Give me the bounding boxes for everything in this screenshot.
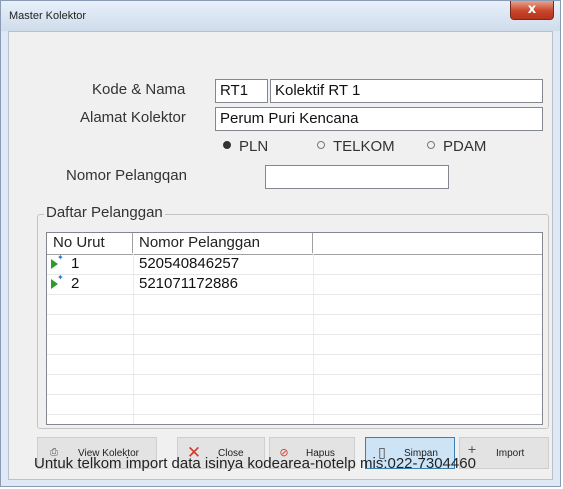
table-row[interactable]: ✦ 1 520540846257 [47,254,542,275]
table-row [47,354,542,375]
nomor-pelanggan-label: Nomor Pelangqan [66,167,187,184]
sparkle-icon: ✦ [57,273,64,282]
window-close-button[interactable]: x [510,1,554,20]
kode-field[interactable]: RT1 [215,79,268,103]
nomor-pelanggan-field[interactable] [265,165,449,189]
radio-pdam[interactable]: PDAM [427,138,486,155]
form-body: Kode & Nama RT1 Kolektif RT 1 Alamat Kol… [8,31,553,480]
table-row [47,294,542,315]
footer-hint: Untuk telkom import data isinya kodearea… [34,455,476,472]
row-no: 2 [71,275,80,292]
radio-telkom[interactable]: TELKOM [317,138,395,155]
table-row[interactable]: ✦ 2 521071172886 [47,274,542,295]
radio-dot-pln [223,141,231,150]
window-title: Master Kolektor [9,10,87,22]
master-kolektor-window: Master Kolektor x Kode & Nama RT1 Kolekt… [0,0,561,487]
title-bar[interactable]: Master Kolektor x [1,1,560,31]
radio-pdam-label: PDAM [443,138,487,155]
alamat-kolektor-label: Alamat Kolektor [80,109,186,126]
daftar-pelanggan-group: Daftar Pelanggan No Urut Nomor Pelanggan… [37,204,549,429]
table-row [47,394,542,415]
column-nomor-pelanggan[interactable]: Nomor Pelanggan [133,233,313,253]
sparkle-icon: ✦ [57,253,64,262]
nama-field[interactable]: Kolektif RT 1 [270,79,543,103]
table-row [47,334,542,355]
row-nomor: 520540846257 [139,255,240,272]
alamat-field[interactable]: Perum Puri Kencana [215,107,543,131]
grid-header: No Urut Nomor Pelanggan [47,233,542,255]
column-no-urut[interactable]: No Urut [47,233,133,253]
radio-pln[interactable]: PLN [223,138,268,155]
row-nomor: 521071172886 [139,275,238,292]
kode-nama-label: Kode & Nama [92,81,186,98]
radio-pln-label: PLN [239,138,269,155]
table-row [47,314,542,335]
radio-dot-telkom [317,141,325,150]
row-no: 1 [71,255,80,272]
import-label: Import [496,448,525,459]
radio-dot-pdam [427,141,435,150]
group-title: Daftar Pelanggan [44,204,165,221]
table-row [47,374,542,395]
pelanggan-grid[interactable]: No Urut Nomor Pelanggan ✦ 1 520540846257… [46,232,543,425]
radio-telkom-label: TELKOM [333,138,395,155]
